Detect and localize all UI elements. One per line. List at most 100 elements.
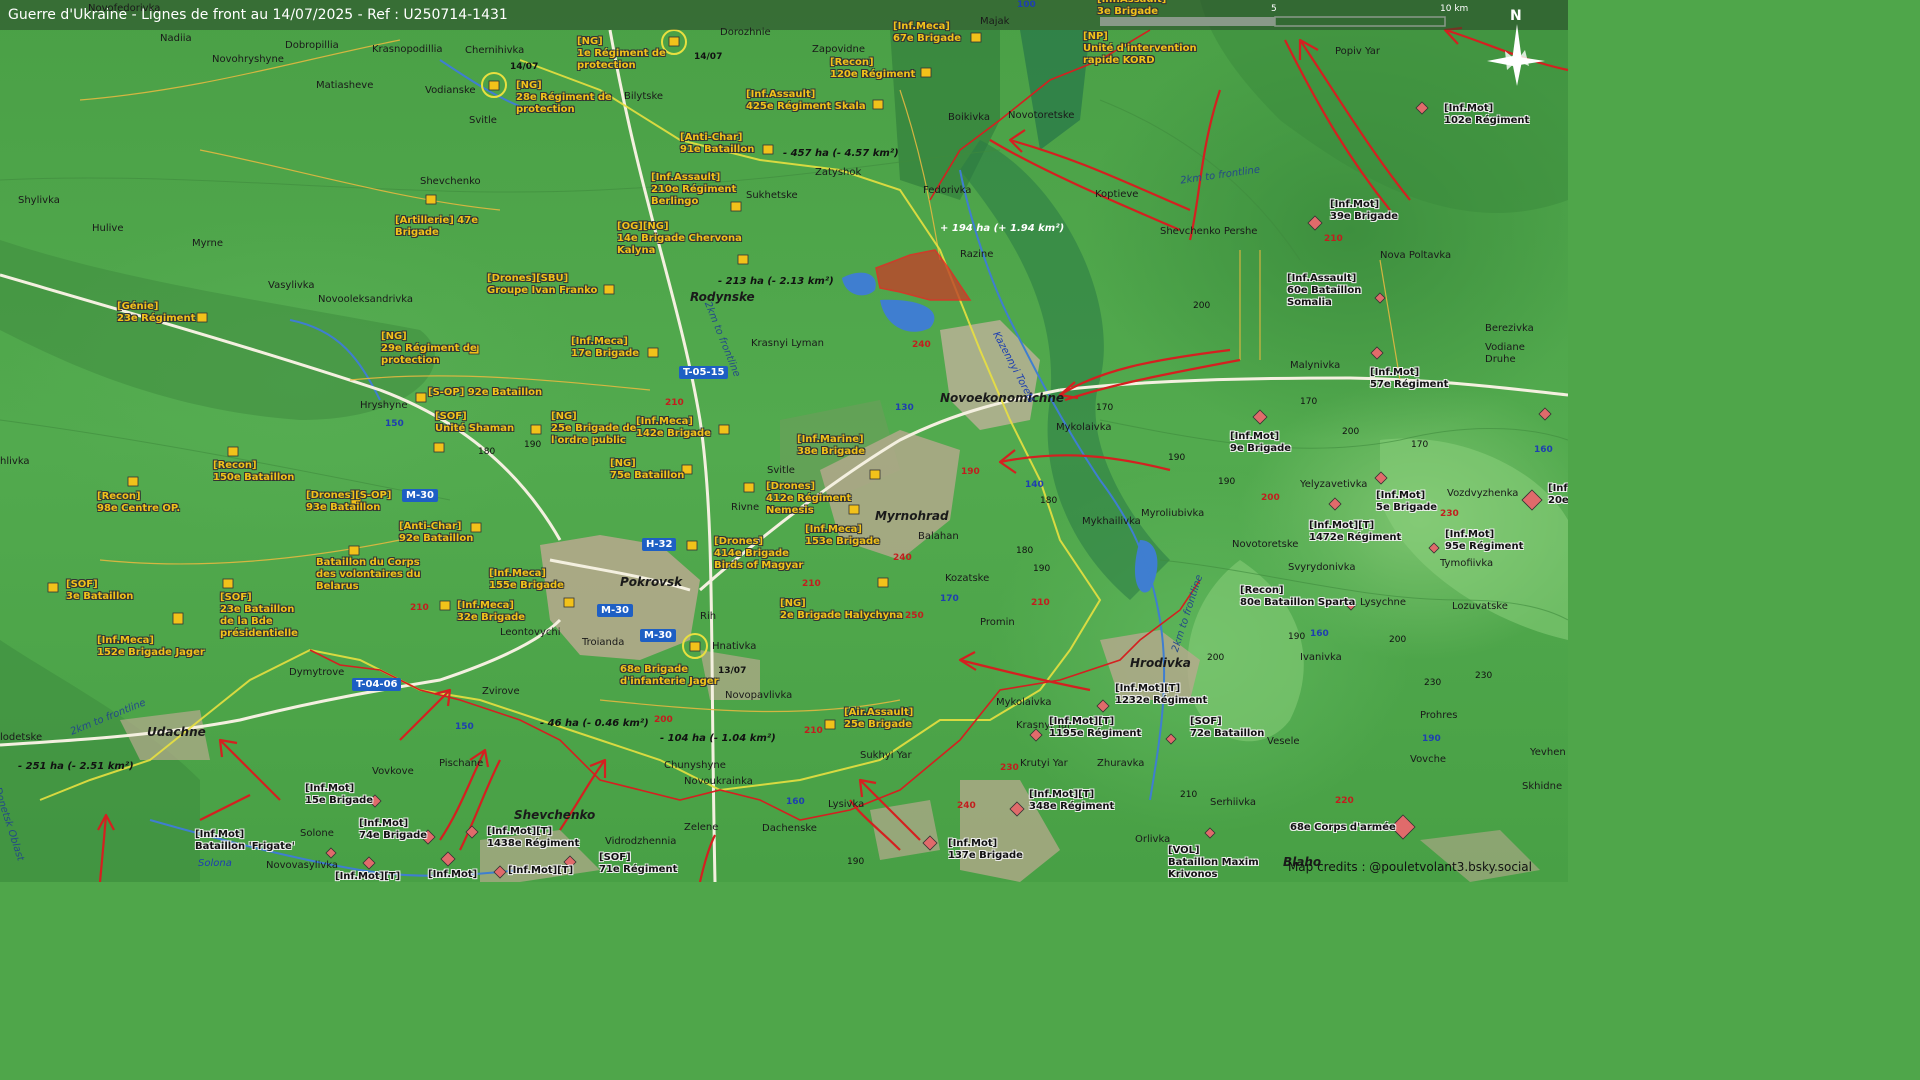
unit-kord[interactable]: [NP] Unité d'intervention rapide KORD (1083, 31, 1197, 67)
city-majak[interactable]: Majak (980, 16, 1009, 27)
unit-drones-93e[interactable]: [Drones][S-OP] 93e Bataillon (306, 490, 391, 514)
city-shevchenko[interactable]: Shevchenko (420, 176, 481, 187)
ru-unit-mot-1232e[interactable]: [Inf.Mot][T] 1232e Régiment (1115, 683, 1207, 707)
city-svitle-2[interactable]: Svitle (767, 465, 795, 476)
unit-jager-68e[interactable]: 68e Brigade d'infanterie Jager (620, 664, 719, 688)
unit-meca-17e[interactable]: [Inf.Meca] 17e Brigade (571, 336, 639, 360)
city-dobropillia[interactable]: Dobropillia (285, 40, 339, 51)
city-svitle[interactable]: Svitle (469, 115, 497, 126)
unit-sof-3e[interactable]: [SOF] 3e Bataillon (66, 579, 133, 603)
city-novoukrainka[interactable]: Novoukrainka (684, 776, 753, 787)
city-rih[interactable]: Rih (700, 611, 716, 622)
city-malynivka[interactable]: Malynivka (1290, 360, 1340, 371)
unit-ivan-franko[interactable]: [Drones][SBU] Groupe Ivan Franko (487, 273, 597, 297)
unit-ng-28e-regiment[interactable]: [NG] 28e Régiment de protection (516, 80, 612, 116)
city-vodianske[interactable]: Vodianske (425, 85, 476, 96)
ru-unit-mot-39e[interactable]: [Inf.Mot] 39e Brigade (1330, 199, 1398, 223)
city-yevhenivka[interactable]: Yevhen (1530, 747, 1566, 758)
unit-air-assault-25e[interactable]: [Air.Assault] 25e Brigade (844, 707, 913, 731)
unit-meca-155e[interactable]: [Inf.Meca] 155e Brigade (489, 568, 564, 592)
city-vovche[interactable]: Vovche (1410, 754, 1446, 765)
city-zatyshok[interactable]: Zatyshok (815, 167, 861, 178)
ru-unit-mot-5e[interactable]: [Inf.Mot] 5e Brigade (1376, 490, 1437, 514)
city-svyrydonivka[interactable]: Svyrydonivka (1288, 562, 1355, 573)
city-chernihivka[interactable]: Chernihivka (465, 45, 524, 56)
city-popiv-yar[interactable]: Popiv Yar (1335, 46, 1380, 57)
unit-ng-75e[interactable]: [NG] 75e Bataillon (610, 458, 684, 482)
city-dymytrove[interactable]: Dymytrove (289, 667, 344, 678)
city-pokrovsk[interactable]: Pokrovsk (620, 575, 682, 589)
city-hryshyne[interactable]: Hryshyne (360, 400, 408, 411)
city-chunyshyne[interactable]: Chunyshyne (664, 760, 726, 771)
city-shevchenko-2[interactable]: Shevchenko (514, 808, 595, 822)
city-razine[interactable]: Razine (960, 249, 993, 260)
ru-unit-corps-68e[interactable]: 68e Corps d'armée (1290, 822, 1396, 834)
city-myroliubivka[interactable]: Myroliubivka (1141, 508, 1204, 519)
city-dachenske[interactable]: Dachenske (762, 823, 817, 834)
city-hrodivka[interactable]: Hrodivka (1130, 656, 1191, 670)
ru-unit-frigate[interactable]: [Inf.Mot] Bataillon 'Frigate' (195, 829, 295, 853)
unit-recon-120e[interactable]: [Recon] 120e Régiment (830, 57, 915, 81)
city-myrne[interactable]: Myrne (192, 238, 223, 249)
city-kozatske[interactable]: Kozatske (945, 573, 989, 584)
city-novofedorivka[interactable]: Novofedorivka (88, 3, 160, 14)
ru-unit-krivonos[interactable]: [VOL] Bataillon Maxim Krivonos (1168, 845, 1259, 881)
unit-genie-23e[interactable]: [Génie] 23e Régiment (117, 301, 195, 325)
ru-unit-mot-95e[interactable]: [Inf.Mot] 95e Régiment (1445, 529, 1523, 553)
city-mykolaivka[interactable]: Mykolaivka (1056, 422, 1111, 433)
city-promin[interactable]: Promin (980, 617, 1015, 628)
unit-jager-152e[interactable]: [Inf.Meca] 152e Brigade Jager (97, 635, 205, 659)
city-lysychne[interactable]: Lysychne (1360, 597, 1406, 608)
ru-unit-sparta[interactable]: [Recon] 80e Bataillon Sparta (1240, 585, 1355, 609)
ru-unit-mot-1438e[interactable]: [Inf.Mot][T] 1438e Régiment (487, 826, 579, 850)
city-zhuravka[interactable]: Zhuravka (1097, 758, 1144, 769)
city-novoekonomichne[interactable]: Novoekonomichne (940, 391, 1064, 405)
city-ivanivka[interactable]: Ivanivka (1300, 652, 1342, 663)
city-udachne[interactable]: Udachne (147, 725, 206, 739)
city-vozdvyzhenka[interactable]: Vozdvyzhenka (1447, 488, 1518, 499)
unit-assault-top[interactable]: [Inf.Assault] 3e Brigade (1097, 0, 1166, 18)
city-mykolaivka-2[interactable]: Mykolaivka (996, 697, 1051, 708)
city-skhidne[interactable]: Skhidne (1522, 781, 1562, 792)
unit-recon-150e[interactable]: [Recon] 150e Bataillon (213, 460, 294, 484)
map-canvas[interactable]: Guerre d'Ukraine - Lignes de front au 14… (0, 0, 1568, 882)
city-koptieve[interactable]: Koptieve (1095, 189, 1138, 200)
city-prohres[interactable]: Prohres (1420, 710, 1457, 721)
city-vidrodzhennia[interactable]: Vidrodzhennia (605, 836, 676, 847)
ru-unit-mot-15e[interactable]: [Inf.Mot] 15e Brigade (305, 783, 373, 807)
city-bilytske[interactable]: Bilytske (624, 91, 663, 102)
ru-unit-mot-102e[interactable]: [Inf.Mot] 102e Régiment (1444, 103, 1529, 127)
city-matiasheve[interactable]: Matiasheve (316, 80, 373, 91)
city-pischane[interactable]: Pischane (439, 758, 483, 769)
unit-meca-142e[interactable]: [Inf.Meca] 142e Brigade (636, 416, 711, 440)
ru-unit-mot-137e[interactable]: [Inf.Mot] 137e Brigade (948, 838, 1023, 862)
city-rodynske[interactable]: Rodynske (690, 290, 755, 304)
unit-berlingo-210e[interactable]: [Inf.Assault] 210e Régiment Berlingo (651, 172, 736, 208)
city-novohryshyne[interactable]: Novohryshyne (212, 54, 284, 65)
city-krutyi-yar[interactable]: Krutyi Yar (1020, 758, 1068, 769)
unit-chervona-kalyna[interactable]: [OG][NG] 14e Brigade Chervona Kalyna (617, 221, 742, 257)
city-zapovidne[interactable]: Zapovidne (812, 44, 865, 55)
city-tymofiivka[interactable]: Tymofiivka (1440, 558, 1493, 569)
ru-unit-mot-348e[interactable]: [Inf.Mot][T] 348e Régiment (1029, 789, 1114, 813)
ru-unit-bottom-3[interactable]: [Inf.Mot][T] (508, 865, 573, 877)
city-novotoretske-2[interactable]: Novotoretske (1232, 539, 1298, 550)
city-krasnyi-lyman[interactable]: Krasnyi Lyman (751, 338, 824, 349)
ru-unit-sof-71e[interactable]: [SOF] 71e Régiment (599, 852, 677, 876)
city-shylivka[interactable]: Shylivka (18, 195, 60, 206)
unit-sop-92e[interactable]: [S-OP] 92e Bataillon (428, 387, 542, 399)
city-novooleksandrivka[interactable]: Novooleksandrivka (318, 294, 413, 305)
city-troianda[interactable]: Troianda (582, 637, 624, 648)
city-novotoretske[interactable]: Novotoretske (1008, 110, 1074, 121)
unit-nemesis-412e[interactable]: [Drones] 412e Régiment Nemesis (766, 481, 851, 517)
city-shevchenko-pershe[interactable]: Shevchenko Pershe (1160, 226, 1257, 237)
city-zelene[interactable]: Zelene (684, 822, 718, 833)
city-dorozhnie[interactable]: Dorozhnie (720, 27, 771, 38)
city-boikivka[interactable]: Boikivka (948, 112, 990, 123)
city-fedorivka[interactable]: Fedorivka (923, 185, 971, 196)
unit-antichar-92e[interactable]: [Anti-Char] 92e Bataillon (399, 521, 473, 545)
unit-ng-29e[interactable]: [NG] 29e Régiment de protection (381, 331, 477, 367)
ru-unit-bottom-2[interactable]: [Inf.Mot] (428, 869, 477, 881)
city-vovkove[interactable]: Vovkove (372, 766, 414, 777)
city-vasylivka[interactable]: Vasylivka (268, 280, 315, 291)
